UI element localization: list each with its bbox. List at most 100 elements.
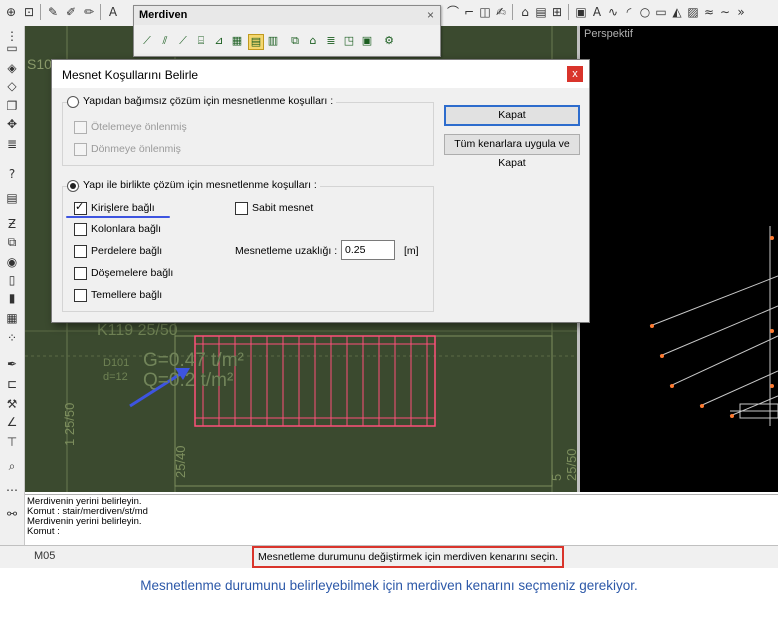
- stair-dogleg-icon[interactable]: ⟋: [176, 34, 190, 48]
- duplicate-icon[interactable]: ⧉: [4, 234, 20, 250]
- circle-icon[interactable]: ○: [638, 5, 652, 19]
- active-layer[interactable]: M05: [34, 550, 55, 562]
- wave-icon[interactable]: ≈: [702, 5, 716, 19]
- window-icon[interactable]: ◫: [478, 5, 492, 19]
- stair-edit-icon[interactable]: ⌸: [194, 34, 208, 48]
- dialog-title: Mesnet Koşullarını Belirle: [62, 68, 199, 82]
- copy-icon[interactable]: ❐: [4, 98, 20, 114]
- structure-group-label[interactable]: Yapı ile birlikte çözüm için mesnetlenme…: [80, 179, 320, 191]
- column-label-left: 1 25/50: [62, 402, 77, 446]
- rectangle-icon[interactable]: ▭: [654, 5, 668, 19]
- walls-checkbox[interactable]: [74, 245, 87, 258]
- stair-plan-icon[interactable]: ◳: [342, 34, 356, 48]
- apply-all-close-button[interactable]: Tüm kenarlara uygula ve Kapat: [444, 134, 580, 169]
- layer-icon[interactable]: ◈: [4, 60, 20, 76]
- stair-toolbar[interactable]: Merdiven × ⟋ ⫽ ⟋ ⌸ ⊿ ▦ ▤ ▥ ⧉ ⌂ ≣ ◳ ▣ ⚙: [133, 5, 441, 57]
- polyline-icon[interactable]: ∿: [606, 5, 620, 19]
- distance-label: Mesnetleme uzaklığı :: [235, 245, 338, 257]
- document-icon[interactable]: ▤: [4, 190, 20, 206]
- dialog-titlebar[interactable]: Mesnet Koşullarını Belirle x: [52, 60, 589, 88]
- beam-label: K119 25/50: [97, 322, 178, 339]
- disk-icon[interactable]: ◉: [4, 254, 20, 270]
- distance-input[interactable]: 0.25: [341, 240, 395, 260]
- foundations-checkbox[interactable]: [74, 289, 87, 302]
- more-icon[interactable]: »: [734, 5, 748, 19]
- stair-table-icon[interactable]: ▥: [266, 34, 280, 48]
- stair-list-icon[interactable]: ≣: [324, 34, 338, 48]
- stair-settings-icon[interactable]: ⚙: [382, 34, 396, 48]
- binoculars-icon[interactable]: ⚯: [4, 506, 20, 522]
- load-q: Q=0.2 t/m²: [143, 370, 234, 391]
- grid-icon[interactable]: ⊞: [550, 5, 564, 19]
- stair-support-icon[interactable]: ▤: [248, 34, 264, 50]
- slabs-label: Döşemelere bağlı: [91, 267, 174, 279]
- brush-icon[interactable]: ✐: [64, 5, 78, 19]
- pencil-icon[interactable]: ✎: [46, 5, 60, 19]
- layers2-icon[interactable]: ◇: [4, 78, 20, 94]
- stair-toolbar-title: Merdiven: [139, 9, 188, 21]
- perspective-drawing[interactable]: [580, 26, 778, 492]
- draw-icon[interactable]: ✍: [494, 5, 508, 19]
- stair-house-icon[interactable]: ⌂: [306, 34, 320, 48]
- network-icon[interactable]: ⁘: [4, 330, 20, 346]
- text-icon[interactable]: A: [590, 5, 604, 19]
- move-icon[interactable]: ✥: [4, 116, 20, 132]
- independent-radio[interactable]: [67, 96, 79, 108]
- stair-copy-icon[interactable]: ⧉: [288, 34, 302, 48]
- command-input[interactable]: Komut :: [27, 527, 60, 537]
- angle-icon[interactable]: ∠: [4, 414, 20, 430]
- building-icon[interactable]: ⌂: [518, 5, 532, 19]
- z-icon[interactable]: Ƶ: [4, 216, 20, 232]
- page-icon[interactable]: ▮: [4, 290, 20, 306]
- stair-report-icon[interactable]: ▣: [360, 34, 374, 48]
- arc-tool-icon[interactable]: ◜: [622, 5, 636, 19]
- translation-checkbox[interactable]: [74, 121, 87, 134]
- corner-icon[interactable]: ⌐: [462, 5, 476, 19]
- tool-icon[interactable]: ⚒: [4, 396, 20, 412]
- query-icon[interactable]: ?: [4, 166, 20, 182]
- zoom-icon[interactable]: ⊕: [4, 5, 18, 19]
- rotation-checkbox[interactable]: [74, 143, 87, 156]
- columns-checkbox[interactable]: [74, 223, 87, 236]
- structure-radio[interactable]: [67, 180, 79, 192]
- frame-icon[interactable]: ⊏: [4, 376, 20, 392]
- wave2-icon[interactable]: ∼: [718, 5, 732, 19]
- panel-icon[interactable]: ▭: [4, 40, 20, 56]
- triangle-icon[interactable]: ◭: [670, 5, 684, 19]
- close-icon[interactable]: ×: [427, 8, 434, 22]
- stair-straight-icon[interactable]: ⟋: [140, 34, 154, 48]
- toolbar-separator: [512, 4, 513, 20]
- perspective-viewport[interactable]: Perspektif ▲: [580, 26, 778, 492]
- walls-label: Perdelere bağlı: [91, 245, 163, 257]
- slabs-checkbox[interactable]: [74, 267, 87, 280]
- arc-icon[interactable]: ⌒: [446, 5, 460, 19]
- close-button[interactable]: Kapat: [444, 105, 580, 126]
- independent-group-label[interactable]: Yapıdan bağımsız çözüm için mesnetlenme …: [80, 95, 337, 107]
- text-tool-icon[interactable]: A: [106, 5, 120, 19]
- edit-icon[interactable]: ✏: [82, 5, 96, 19]
- t-icon[interactable]: ⊤: [4, 434, 20, 450]
- stair-double-icon[interactable]: ⫽: [158, 34, 172, 48]
- command-history[interactable]: Merdivenin yerini belirleyin. Komut : st…: [25, 494, 778, 545]
- table-icon[interactable]: ▦: [4, 310, 20, 326]
- auto-icon[interactable]: ⋯: [4, 482, 20, 498]
- stair-grid-icon[interactable]: ▦: [230, 34, 244, 48]
- annotation-note: Mesnetlenme durumunu belirleyebilmek içi…: [140, 578, 638, 593]
- save-icon[interactable]: ▤: [534, 5, 548, 19]
- stair-toolbar-titlebar[interactable]: Merdiven ×: [134, 6, 440, 25]
- search-icon[interactable]: ⌕: [4, 458, 20, 474]
- beams-label: Kirişlere bağlı: [91, 202, 155, 214]
- fixed-support-checkbox[interactable]: [235, 202, 248, 215]
- stack-icon[interactable]: ≣: [4, 136, 20, 152]
- stair-angle-icon[interactable]: ⊿: [212, 34, 226, 48]
- zoom-window-icon[interactable]: ⊡: [22, 5, 36, 19]
- pen-icon[interactable]: ✒: [4, 356, 20, 372]
- file-icon[interactable]: ▯: [4, 272, 20, 288]
- independent-group: [62, 102, 434, 166]
- dialog-close-button[interactable]: x: [567, 66, 583, 82]
- image-icon[interactable]: ▣: [574, 5, 588, 19]
- hatch-icon[interactable]: ▨: [686, 5, 700, 19]
- beams-checkbox[interactable]: [74, 200, 87, 215]
- translation-label: Ötelemeye önlenmiş: [91, 121, 187, 133]
- toolbar-separator: [100, 4, 101, 20]
